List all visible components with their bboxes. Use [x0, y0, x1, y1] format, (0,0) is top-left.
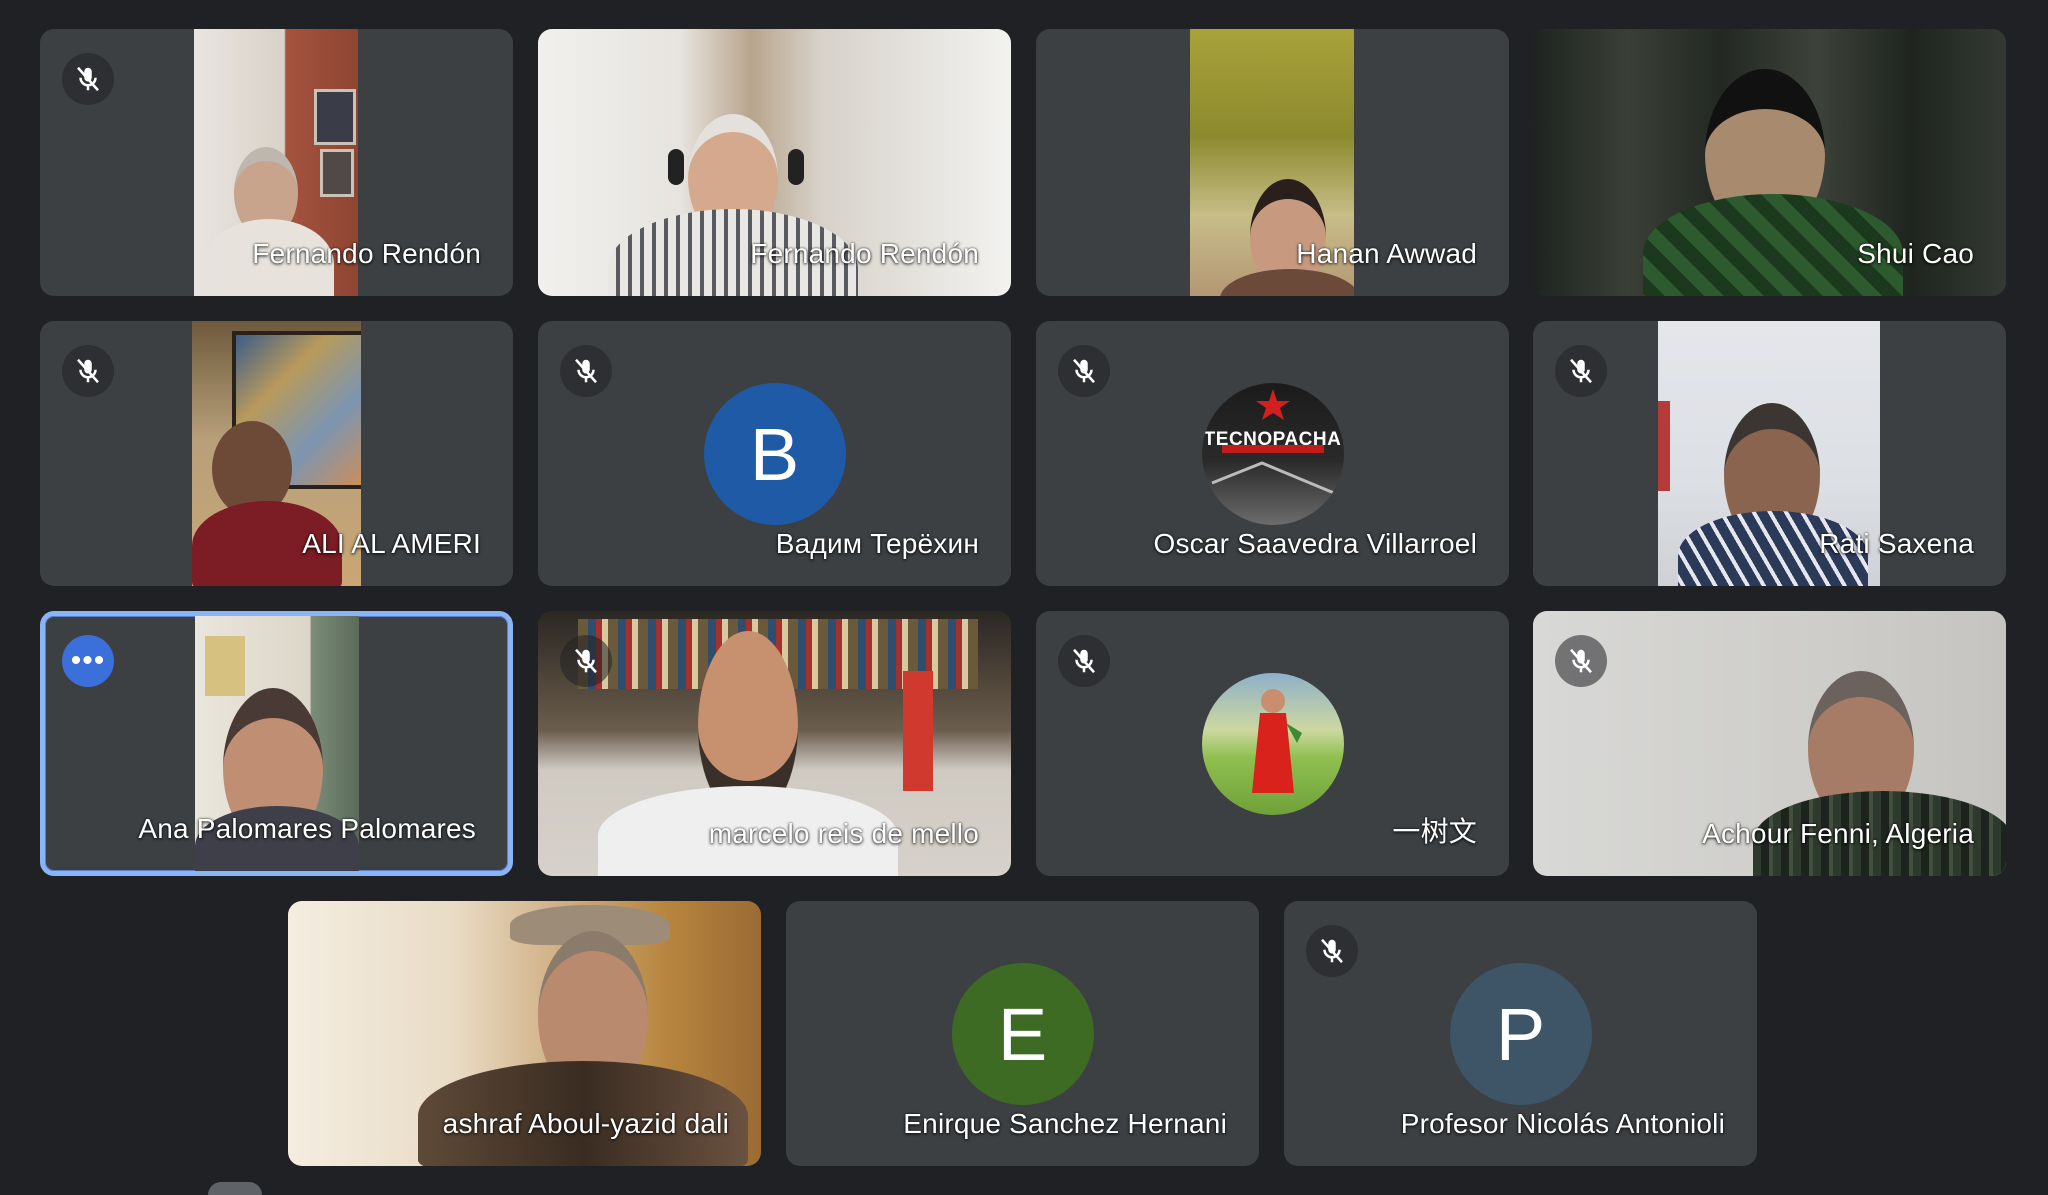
mic-off-icon [1555, 635, 1607, 687]
participant-avatar: B [703, 383, 846, 525]
participant-tile[interactable]: 一树文 [1036, 611, 1509, 876]
participant-tile[interactable]: Shui Cao [1533, 29, 2006, 296]
participant-name: marcelo reis de mello [708, 818, 979, 849]
participant-name: ashraf Aboul-yazid dali [442, 1108, 729, 1139]
participant-tile[interactable]: Fernando Rendón [40, 29, 513, 296]
participant-tile[interactable]: Hanan Awwad [1036, 29, 1509, 296]
participant-name: Rati Saxena [1819, 528, 1974, 559]
mic-off-icon [1555, 345, 1607, 397]
mic-off-icon [560, 345, 612, 397]
avatar-logo-text: TECNOPACHA [1203, 429, 1342, 450]
participant-name: Fernando Rendón [252, 238, 481, 269]
participant-name: Achour Fenni, Algeria [1702, 818, 1974, 849]
participant-name: Вадим Терёхин [775, 528, 979, 559]
participant-tile[interactable]: ashraf Aboul-yazid dali [288, 901, 761, 1166]
more-options-icon[interactable]: ••• [62, 635, 114, 687]
participant-avatar-image: TECNOPACHA [1201, 383, 1344, 525]
participant-tile[interactable]: Fernando Rendón [538, 29, 1011, 296]
participant-tile[interactable]: ALI AL AMERI [40, 321, 513, 586]
mic-off-icon [1058, 635, 1110, 687]
participant-name: Fernando Rendón [750, 238, 979, 269]
participant-avatar: E [951, 963, 1094, 1105]
participant-tile[interactable]: B Вадим Терёхин [538, 321, 1011, 586]
participant-tile[interactable]: P Profesor Nicolás Antonioli [1284, 901, 1757, 1166]
participant-avatar-image [1201, 673, 1344, 815]
mic-off-icon [62, 53, 114, 105]
mic-off-icon [1058, 345, 1110, 397]
participant-tile[interactable]: TECNOPACHA Oscar Saavedra Villarroel [1036, 321, 1509, 586]
mic-off-icon [1306, 925, 1358, 977]
mic-off-icon [62, 345, 114, 397]
participant-name: Ana Palomares Palomares [138, 813, 476, 844]
participant-name: Oscar Saavedra Villarroel [1153, 528, 1477, 559]
bottom-indicator[interactable] [208, 1182, 262, 1195]
participant-tile[interactable]: marcelo reis de mello [538, 611, 1011, 876]
participant-avatar: P [1449, 963, 1592, 1105]
meeting-grid: Fernando Rendón Fernando Rendón Hanan Aw… [0, 0, 2048, 1195]
participant-tile[interactable]: Rati Saxena [1533, 321, 2006, 586]
participant-name: Enirque Sanchez Hernani [903, 1108, 1227, 1139]
participant-tile[interactable]: Achour Fenni, Algeria [1533, 611, 2006, 876]
participant-name: Shui Cao [1857, 238, 1974, 269]
mic-off-icon [560, 635, 612, 687]
participant-name: ALI AL AMERI [302, 528, 481, 559]
participant-tile-active[interactable]: ••• Ana Palomares Palomares [40, 611, 513, 876]
participant-name: Hanan Awwad [1296, 238, 1477, 269]
participant-name: 一树文 [1392, 816, 1477, 847]
participant-name: Profesor Nicolás Antonioli [1400, 1108, 1725, 1139]
participant-tile[interactable]: E Enirque Sanchez Hernani [786, 901, 1259, 1166]
